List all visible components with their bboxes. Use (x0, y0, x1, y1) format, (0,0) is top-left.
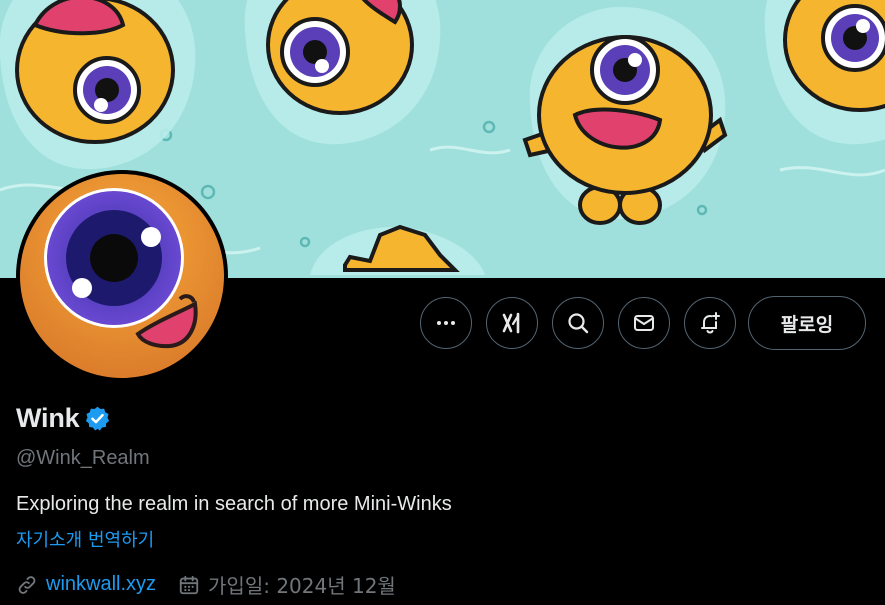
grok-icon (502, 312, 520, 334)
more-button[interactable] (420, 297, 472, 349)
verified-badge-icon[interactable] (84, 405, 111, 432)
profile-actions: 팔로잉 (406, 296, 866, 350)
calendar-icon (179, 575, 199, 594)
notify-button[interactable] (684, 297, 736, 349)
profile-avatar[interactable] (16, 170, 228, 382)
avatar-eye-illustration (20, 174, 224, 378)
notify-bell-icon (701, 312, 720, 334)
website-link[interactable]: winkwall.xyz (46, 573, 156, 596)
translate-bio-link[interactable]: 자기소개 번역하기 (16, 526, 154, 552)
more-icon (437, 321, 455, 325)
profile-bio: Exploring the realm in search of more Mi… (16, 493, 452, 515)
profile-handle: @Wink_Realm (16, 447, 150, 469)
grok-button[interactable] (486, 297, 538, 349)
display-name: Wink (16, 403, 80, 433)
name-row: Wink (16, 403, 111, 434)
message-button[interactable] (618, 297, 670, 349)
profile-page: 팔로잉 Wink @Wink_Realm Exploring the realm… (0, 0, 885, 605)
joined-date: 가입일: 2024년 12월 (208, 574, 396, 598)
link-icon (18, 575, 36, 594)
following-button[interactable]: 팔로잉 (748, 296, 866, 350)
search-button[interactable] (552, 297, 604, 349)
profile-meta: winkwall.xyz 가입일: 2024년 12월 (16, 570, 396, 599)
mail-icon (634, 315, 654, 331)
search-icon (568, 313, 589, 334)
